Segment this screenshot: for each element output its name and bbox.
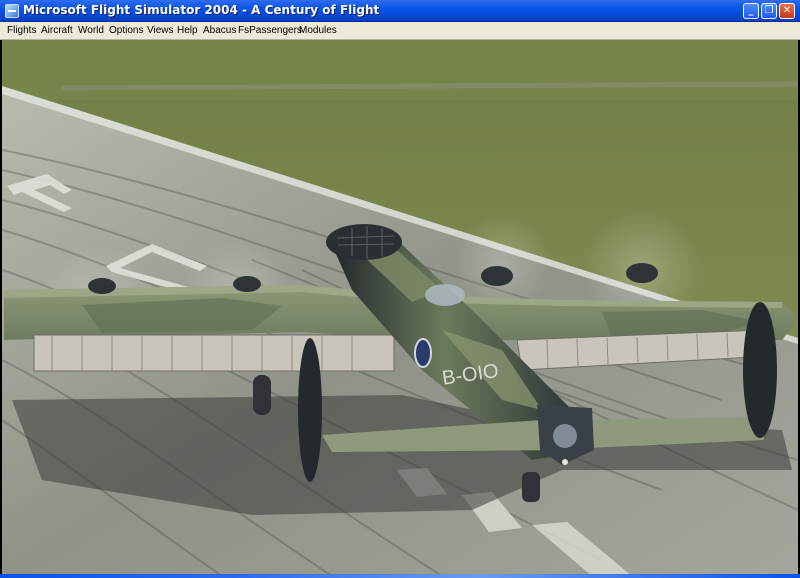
restore-button[interactable]: ❐: [761, 3, 777, 19]
roundel: [414, 338, 432, 368]
menu-help[interactable]: Help: [177, 25, 198, 36]
menu-bar: Flights Aircraft World Options Views Hel…: [0, 22, 800, 40]
menu-abacus[interactable]: Abacus: [203, 25, 236, 36]
taskbar-strip: [0, 574, 800, 578]
menu-aircraft[interactable]: Aircraft: [41, 25, 73, 36]
window-title: Microsoft Flight Simulator 2004 - A Cent…: [23, 3, 380, 17]
restore-icon: ❐: [764, 5, 774, 16]
menu-world[interactable]: World: [78, 25, 104, 36]
scenery-view: B-OIO: [2, 40, 798, 576]
flight-sim-viewport[interactable]: B-OIO: [2, 40, 798, 576]
minimize-button[interactable]: _: [743, 3, 759, 19]
menu-fspassengers[interactable]: FsPassengers: [238, 25, 302, 36]
window-titlebar[interactable]: Microsoft Flight Simulator 2004 - A Cent…: [0, 0, 800, 22]
dorsal-turret: [425, 284, 465, 306]
menu-options[interactable]: Options: [109, 25, 143, 36]
app-icon[interactable]: [5, 4, 19, 18]
close-button[interactable]: ✕: [779, 3, 795, 19]
close-icon: ✕: [782, 5, 792, 16]
minimize-icon: _: [748, 5, 754, 16]
menu-flights[interactable]: Flights: [7, 25, 36, 36]
tail-turret: [553, 424, 577, 448]
menu-modules[interactable]: Modules: [299, 25, 337, 36]
menu-views[interactable]: Views: [147, 25, 174, 36]
